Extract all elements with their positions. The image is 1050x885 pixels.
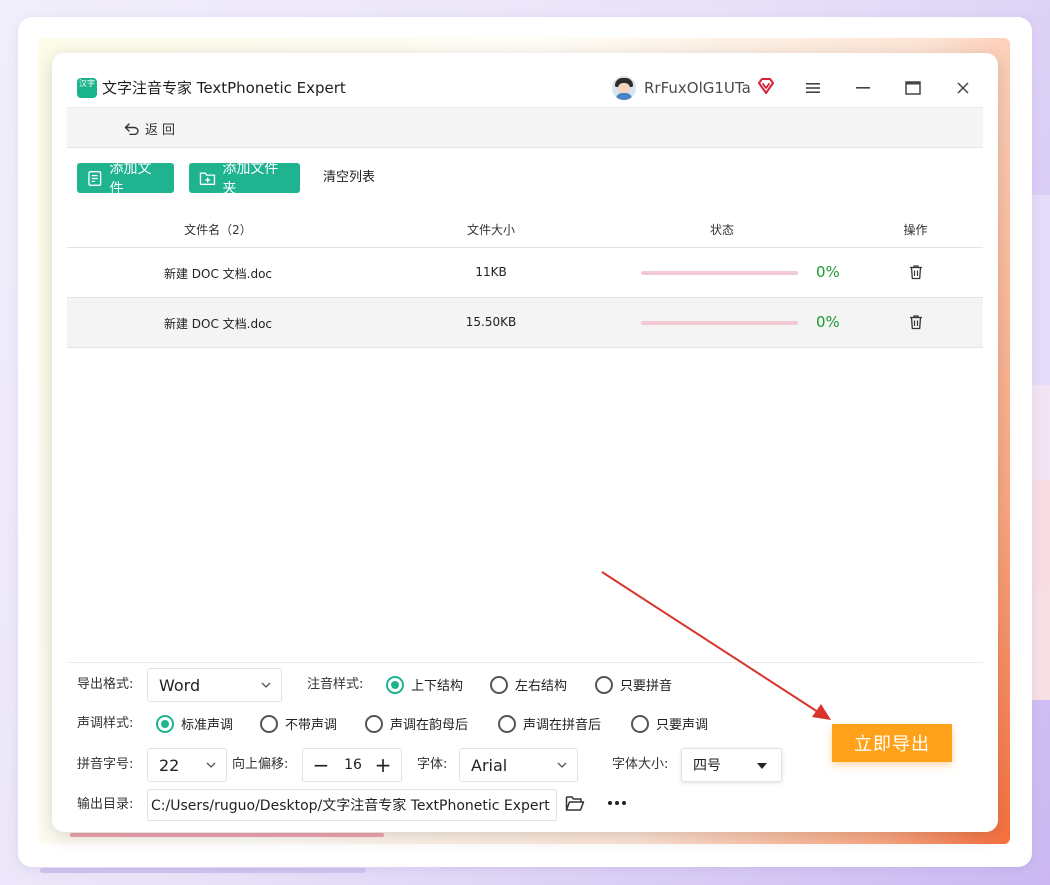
app-window: 汉字 文字注音专家 TextPhonetic Expert RrFuxOlG1U… [52, 53, 998, 832]
offset-value: 16 [344, 757, 362, 773]
export-format-select[interactable]: Word [147, 668, 282, 702]
offset-stepper[interactable]: − 16 + [302, 748, 402, 782]
progress-percent: 0% [816, 313, 840, 331]
radio-dot [490, 675, 508, 694]
back-label: 返回 [145, 123, 180, 138]
minimize-icon [856, 87, 870, 89]
progress-bar [641, 321, 798, 325]
export-now-button[interactable]: 立即导出 [832, 724, 952, 762]
font-value: Arial [471, 755, 508, 775]
back-button[interactable]: 返回 [124, 119, 179, 138]
title-bar: 汉字 文字注音专家 TextPhonetic Expert RrFuxOlG1U… [52, 53, 998, 107]
radio-tone-none[interactable]: 不带声调 [260, 714, 337, 733]
chevron-down-icon [206, 762, 216, 768]
radio-tone-only[interactable]: 只要声调 [631, 714, 708, 733]
radio-label: 只要声调 [656, 718, 709, 733]
radio-label: 只要拼音 [620, 679, 673, 694]
radio-tone-standard[interactable]: 标准声调 [156, 714, 233, 733]
app-title: 文字注音专家 TextPhonetic Expert [102, 79, 346, 97]
radio-dot [631, 714, 649, 733]
radio-label: 标准声调 [181, 718, 234, 733]
table-header: 文件名（2） 文件大小 状态 操作 [67, 211, 983, 248]
font-size-label: 字体大小: [612, 757, 669, 772]
progress-bar [641, 271, 798, 275]
chevron-down-icon [261, 682, 271, 688]
add-file-button[interactable]: 添加文件 [77, 161, 174, 197]
close-icon [957, 82, 969, 94]
font-label: 字体: [417, 757, 448, 772]
hamburger-icon [806, 83, 820, 93]
folder-open-icon[interactable] [565, 795, 585, 812]
dropdown-triangle-icon [757, 763, 767, 769]
header-filename: 文件名（2） [184, 223, 252, 237]
radio-label: 上下结构 [411, 679, 464, 694]
radio-dot [260, 714, 278, 733]
background-glow [40, 868, 366, 873]
minimize-button[interactable] [850, 75, 876, 101]
file-name: 新建 DOC 文档.doc [163, 267, 273, 281]
app-logo-text: 汉字 [79, 79, 95, 88]
font-size-select[interactable]: 四号 [681, 748, 782, 782]
close-button[interactable] [950, 75, 976, 101]
radio-label: 声调在韵母后 [390, 718, 469, 733]
tone-style-label: 声调样式: [77, 716, 134, 731]
trash-icon[interactable] [908, 264, 924, 280]
clear-list-button[interactable]: 清空列表 [323, 169, 375, 187]
pinyin-size-select[interactable]: 22 [147, 748, 227, 782]
add-folder-label: 添加文件夹 [222, 161, 279, 197]
add-folder-button[interactable]: 添加文件夹 [189, 161, 300, 197]
add-folder-icon [199, 172, 216, 185]
file-table: 文件名（2） 文件大小 状态 操作 新建 DOC 文档.doc 11KB 0% … [67, 211, 983, 348]
radio-label: 声调在拼音后 [523, 718, 602, 733]
maximize-icon [905, 81, 921, 95]
radio-tone-after-final[interactable]: 声调在韵母后 [365, 714, 468, 733]
radio-label: 不带声调 [285, 718, 338, 733]
decrement-button[interactable]: − [307, 749, 335, 781]
font-select[interactable]: Arial [459, 748, 578, 782]
maximize-button[interactable] [900, 75, 926, 101]
annotation-style-label: 注音样式: [307, 677, 364, 692]
file-size: 11KB [475, 265, 507, 279]
radio-dot [156, 714, 174, 733]
table-row[interactable]: 新建 DOC 文档.doc 15.50KB 0% [67, 298, 983, 348]
navigation-bar: 返回 [67, 107, 983, 148]
add-file-icon [88, 170, 102, 186]
radio-dot [498, 714, 516, 733]
radio-annotation-pinyin-only[interactable]: 只要拼音 [595, 675, 672, 694]
table-row[interactable]: 新建 DOC 文档.doc 11KB 0% [67, 248, 983, 298]
progress-percent: 0% [816, 263, 840, 281]
radio-dot [595, 675, 613, 694]
radio-annotation-left-right[interactable]: 左右结构 [490, 675, 567, 694]
radio-tone-after-pinyin[interactable]: 声调在拼音后 [498, 714, 601, 733]
font-size-value: 四号 [693, 758, 721, 774]
export-format-value: Word [159, 675, 201, 695]
add-file-label: 添加文件 [109, 161, 152, 197]
chevron-down-icon [557, 762, 567, 768]
vip-diamond-icon[interactable] [757, 77, 775, 95]
menu-button[interactable] [800, 75, 826, 101]
pinyin-size-value: 22 [159, 755, 180, 775]
avatar[interactable] [612, 76, 636, 100]
decorative-bar [70, 833, 384, 837]
file-size: 15.50KB [465, 315, 517, 329]
increment-button[interactable]: + [369, 749, 397, 781]
offset-label: 向上偏移: [232, 757, 289, 772]
radio-dot [365, 714, 383, 733]
more-icon[interactable] [607, 800, 627, 806]
output-dir-label: 输出目录: [77, 797, 134, 812]
output-dir-field[interactable]: C:/Users/ruguo/Desktop/文字注音专家 TextPhonet… [147, 789, 557, 821]
export-format-label: 导出格式: [77, 677, 134, 692]
header-status: 状态 [709, 223, 734, 237]
header-ops: 操作 [903, 223, 928, 237]
pinyin-size-label: 拼音字号: [77, 757, 134, 772]
trash-icon[interactable] [908, 314, 924, 330]
app-logo-icon: 汉字 [77, 78, 97, 98]
file-name: 新建 DOC 文档.doc [163, 317, 273, 331]
header-filesize: 文件大小 [466, 223, 515, 237]
radio-dot [386, 675, 404, 694]
radio-annotation-top-bottom[interactable]: 上下结构 [386, 675, 463, 694]
radio-label: 左右结构 [515, 679, 568, 694]
back-arrow-icon [124, 123, 139, 135]
username[interactable]: RrFuxOlG1UTa [644, 78, 751, 98]
